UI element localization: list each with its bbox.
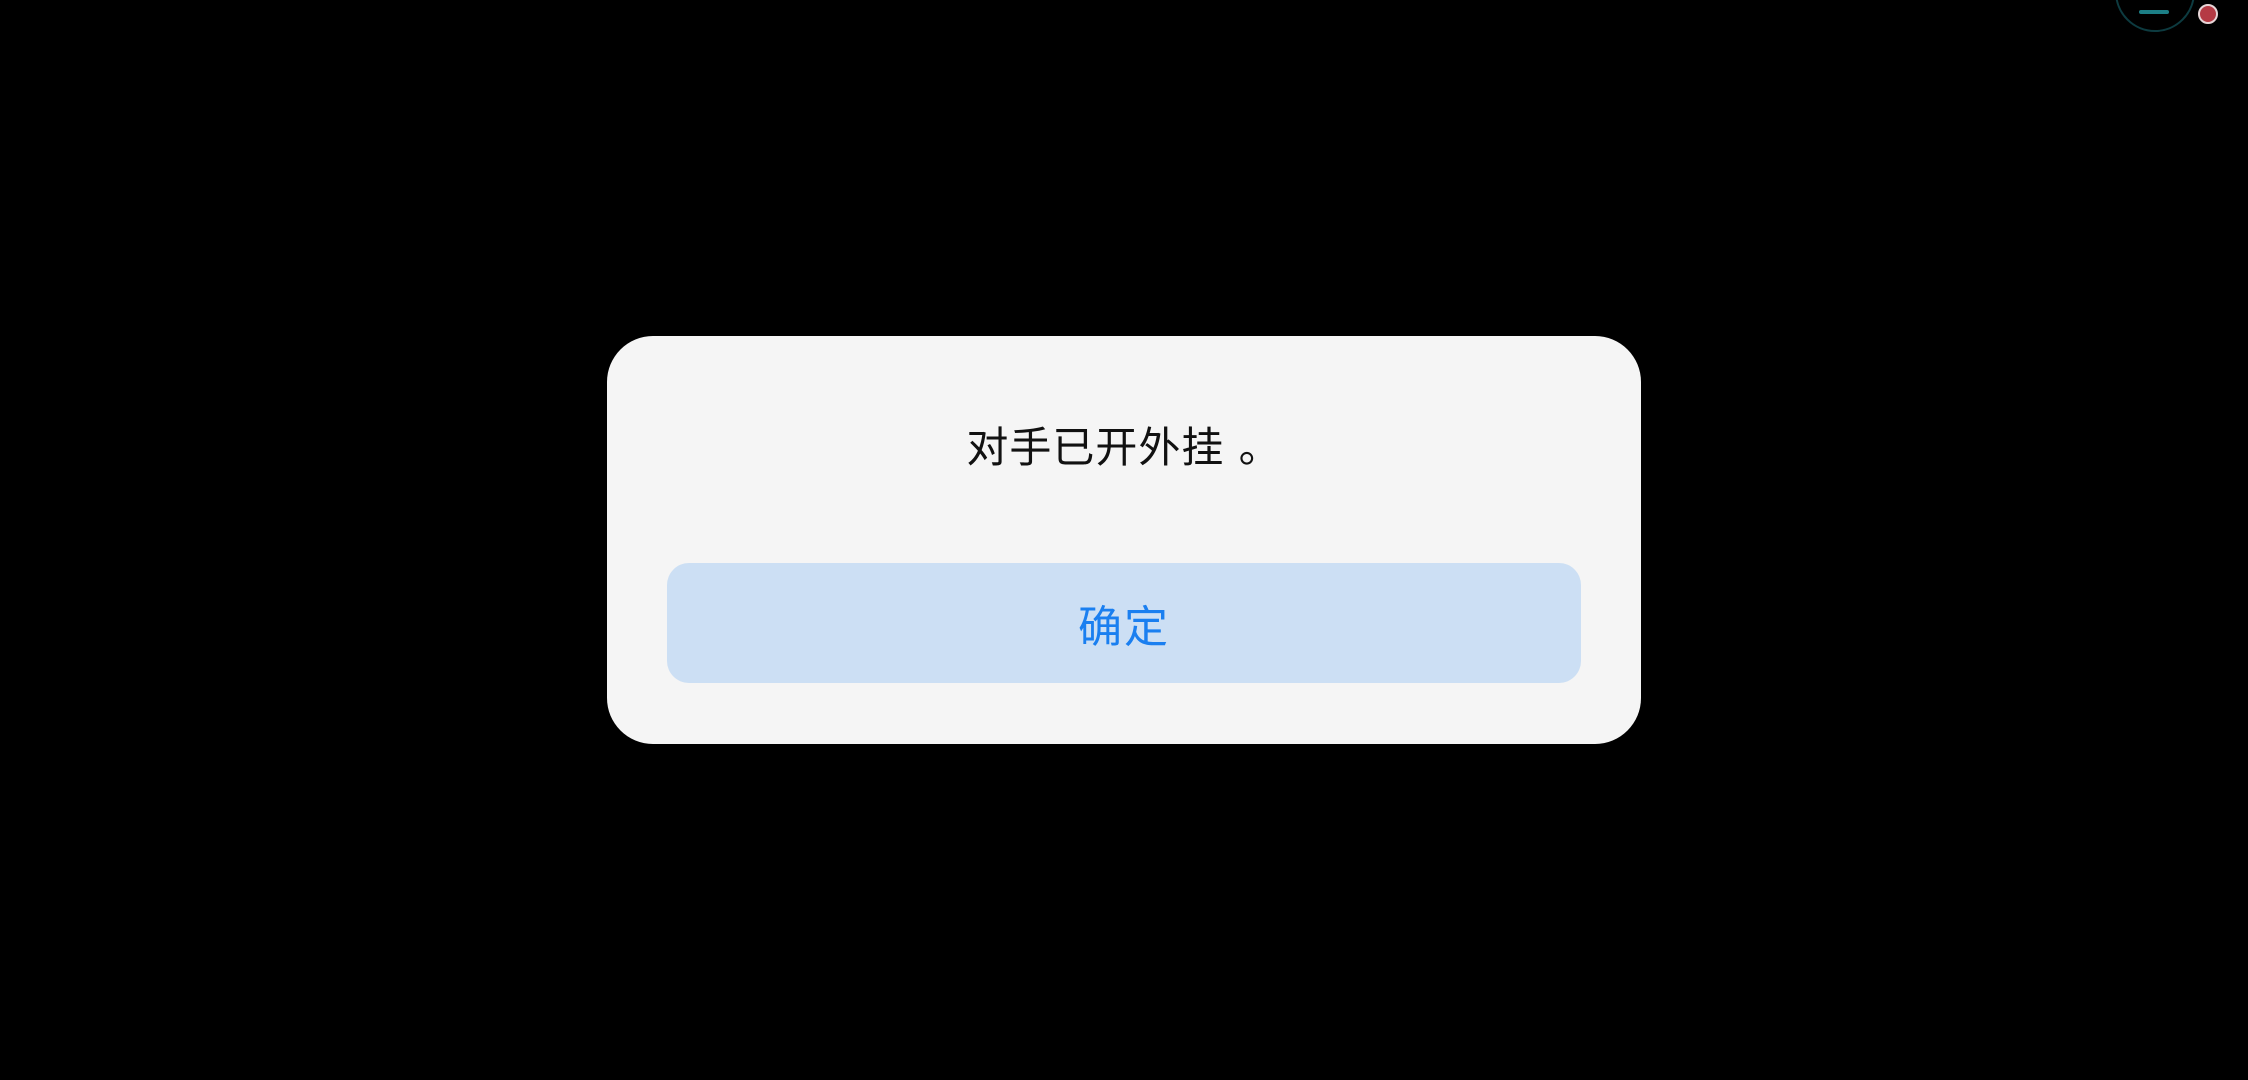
dialog-message: 对手已开外挂 。 — [966, 423, 1282, 472]
confirm-button-label: 确定 — [1078, 602, 1170, 653]
recording-dot-icon — [2198, 4, 2218, 24]
alert-dialog: 对手已开外挂 。 确定 — [607, 336, 1641, 744]
floating-ball-icon[interactable] — [2115, 0, 2195, 32]
minimize-dash-icon — [2139, 10, 2169, 14]
confirm-button[interactable]: 确定 — [667, 563, 1581, 683]
app-screen: 对手已开外挂 。 确定 — [0, 0, 2248, 1080]
